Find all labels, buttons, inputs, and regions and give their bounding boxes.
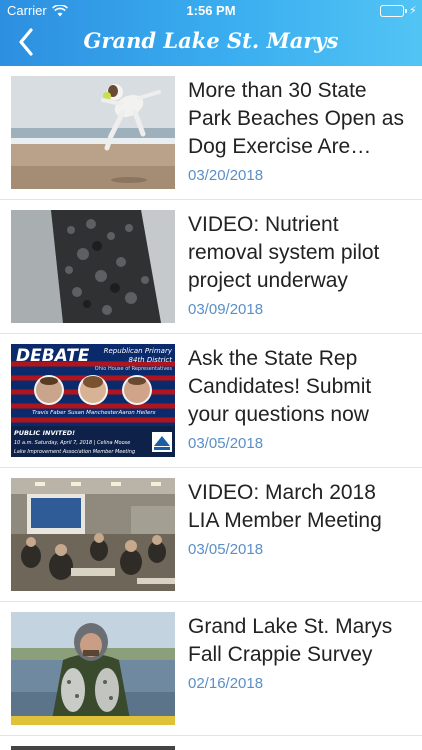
candidate-name: Travis Faber xyxy=(32,410,66,416)
news-thumbnail-member-meeting xyxy=(11,478,175,591)
news-date: 03/20/2018 xyxy=(188,167,264,184)
debate-primary: Republican Primary xyxy=(104,347,173,355)
news-item[interactable]: Grand Lake St. Marys Fall Crappie Survey… xyxy=(0,602,422,736)
page-title: Grand Lake St. Marys xyxy=(83,28,339,53)
chevron-left-icon xyxy=(19,28,33,56)
debate-office: Ohio House of Representatives xyxy=(95,366,173,372)
debate-host: Lake Improvement Association Member Meet… xyxy=(14,449,135,455)
debate-heading: DEBATE xyxy=(16,346,90,366)
news-date: 03/09/2018 xyxy=(188,301,264,318)
news-title: VIDEO: March 2018 LIA Member Meeting xyxy=(188,481,382,532)
news-item[interactable]: VIDEO: March 2018 LIA Member Meeting 03/… xyxy=(0,468,422,602)
news-thumbnail-crappie-survey xyxy=(11,612,175,725)
next-item-thumbnail-peek xyxy=(11,746,175,750)
news-thumbnail-dog-beach xyxy=(11,76,175,189)
news-item[interactable]: More than 30 State Park Beaches Open as … xyxy=(0,66,422,200)
news-title: More than 30 State Park Beaches Open as … xyxy=(188,79,404,158)
news-title: Ask the State Rep Candidates! Submit you… xyxy=(188,347,372,426)
battery-icon: ⚡ xyxy=(380,5,417,17)
news-date: 03/05/2018 xyxy=(188,435,264,452)
candidate-name: Susan Manchester xyxy=(68,410,119,416)
top-bar: Carrier 1:56 PM ⚡ Grand Lake St. Marys xyxy=(0,0,422,66)
debate-when: 10 a.m. Saturday, April 7, 2018 | Celina… xyxy=(14,440,130,446)
news-date: 02/16/2018 xyxy=(188,675,264,692)
lia-logo xyxy=(152,432,172,452)
news-thumbnail-debate-flyer: DEBATE Republican Primary 84th District … xyxy=(11,344,175,457)
news-title: Grand Lake St. Marys Fall Crappie Survey xyxy=(188,615,393,666)
status-bar: Carrier 1:56 PM ⚡ xyxy=(0,0,422,22)
debate-invite: PUBLIC INVITED! xyxy=(14,429,75,437)
news-title: VIDEO: Nutrient removal system pilot pro… xyxy=(188,213,380,292)
news-date: 03/05/2018 xyxy=(188,541,264,558)
candidate-name: Aaron Heilers xyxy=(117,410,155,416)
debate-district: 84th District xyxy=(129,356,173,364)
candidate-photos xyxy=(34,375,152,405)
news-item[interactable]: VIDEO: Nutrient removal system pilot pro… xyxy=(0,200,422,334)
back-button[interactable] xyxy=(8,24,44,60)
news-list: More than 30 State Park Beaches Open as … xyxy=(0,66,422,736)
news-thumbnail-nutrient-system xyxy=(11,210,175,323)
status-time: 1:56 PM xyxy=(186,3,236,18)
news-item[interactable]: DEBATE Republican Primary 84th District … xyxy=(0,334,422,468)
